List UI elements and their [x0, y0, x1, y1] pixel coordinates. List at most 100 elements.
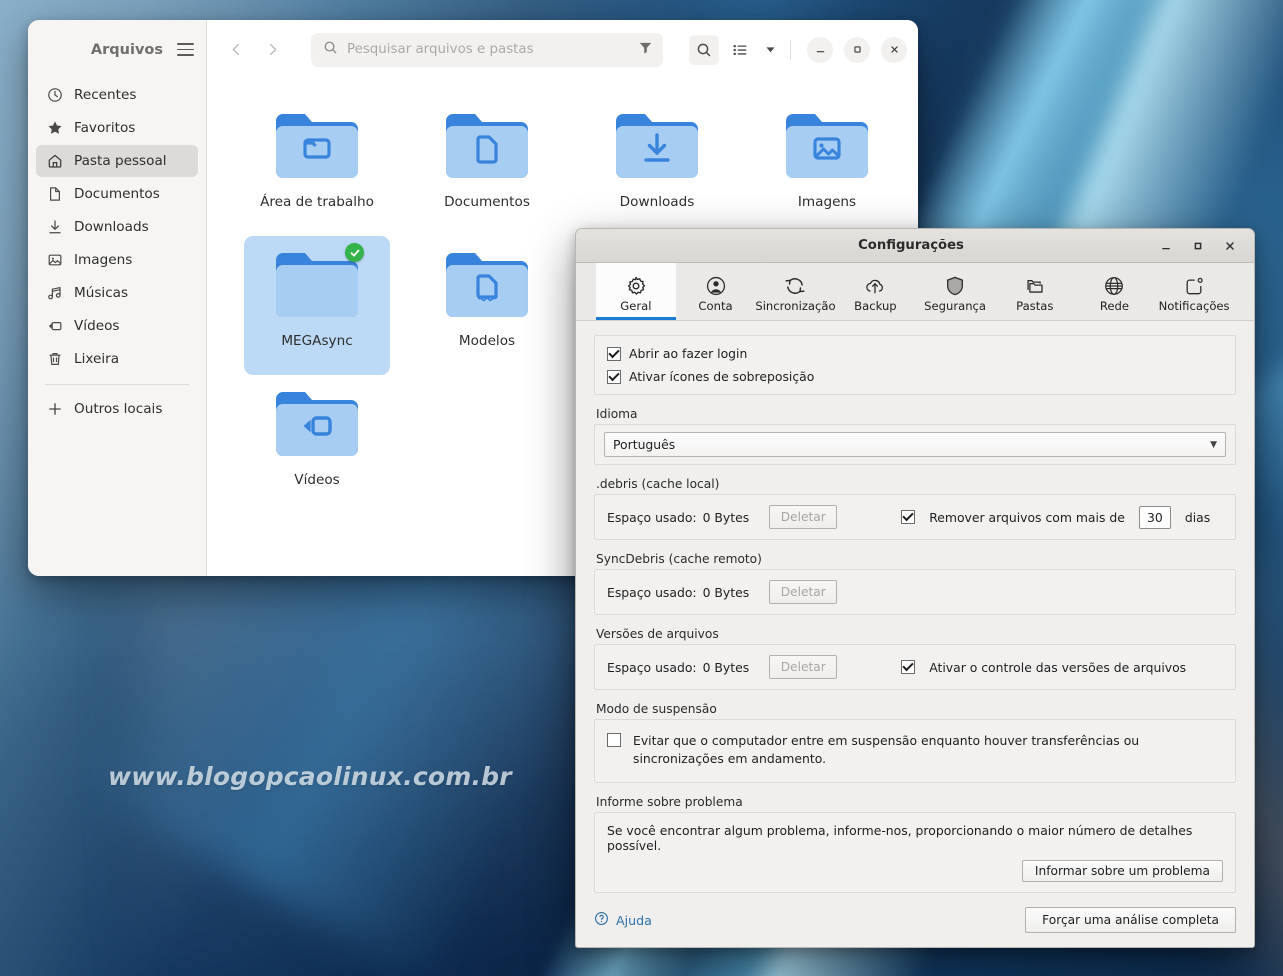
- tab-pastas[interactable]: Pastas: [995, 263, 1075, 320]
- tab-geral[interactable]: Geral: [596, 263, 676, 320]
- language-select[interactable]: Português ▼: [604, 432, 1226, 457]
- startup-checkbox-row[interactable]: Abrir ao fazer login: [607, 346, 1223, 361]
- back-button[interactable]: [221, 35, 251, 65]
- tab-backup[interactable]: Backup: [836, 263, 916, 320]
- chevron-down-icon[interactable]: [761, 35, 779, 65]
- folder-downloads-icon: [609, 102, 705, 188]
- sidebar-item-imagens[interactable]: Imagens: [36, 244, 198, 276]
- document-icon: [46, 186, 63, 203]
- versions-delete-button[interactable]: Deletar: [769, 655, 838, 679]
- help-link[interactable]: Ajuda: [594, 911, 652, 929]
- filter-icon[interactable]: [638, 40, 653, 59]
- file-item-modelos[interactable]: Modelos: [414, 236, 560, 375]
- debris-space-label: Espaço usado:: [607, 509, 697, 525]
- settings-tabs: Geral Conta Sincronização Backup Seguran…: [576, 263, 1254, 321]
- view-list-icon[interactable]: [725, 35, 755, 65]
- search-button[interactable]: [689, 34, 719, 65]
- overlay-checkbox-row[interactable]: Ativar ícones de sobreposição: [607, 369, 1223, 384]
- image-icon: [46, 252, 63, 269]
- plus-icon: [46, 401, 63, 418]
- debris-space-value: 0 Bytes: [702, 509, 750, 525]
- versions-enable-checkbox[interactable]: [901, 660, 916, 674]
- file-label: MEGAsync: [281, 333, 353, 349]
- tab-conta[interactable]: Conta: [676, 263, 756, 320]
- tab-seguranca[interactable]: Segurança: [915, 263, 995, 320]
- file-item-area-de-trabalho[interactable]: Área de trabalho: [244, 97, 390, 236]
- hamburger-icon[interactable]: [177, 43, 194, 56]
- minimize-button[interactable]: [807, 36, 833, 63]
- file-item-megasync[interactable]: MEGAsync: [244, 236, 390, 375]
- file-manager-sidebar: Arquivos Recentes Favoritos Pasta pessoa…: [28, 20, 207, 576]
- help-label: Ajuda: [616, 912, 652, 928]
- folders-icon: [1024, 273, 1046, 297]
- file-label: Documentos: [444, 194, 530, 210]
- debris-days-suffix: dias: [1184, 509, 1211, 525]
- file-item-documentos[interactable]: Documentos: [414, 97, 560, 236]
- tab-rede[interactable]: Rede: [1075, 263, 1155, 320]
- forward-button[interactable]: [257, 35, 287, 65]
- sidebar-item-downloads[interactable]: Downloads: [36, 211, 198, 243]
- tab-label: Segurança: [924, 299, 987, 313]
- sidebar-item-favoritos[interactable]: Favoritos: [36, 112, 198, 144]
- tab-notificacoes[interactable]: Notificações: [1154, 263, 1234, 320]
- syncdebris-delete-button[interactable]: Deletar: [769, 580, 838, 604]
- search-bar[interactable]: [311, 32, 663, 67]
- star-icon: [46, 120, 63, 137]
- gear-icon: [625, 273, 647, 297]
- report-text: Se você encontrar algum problema, inform…: [607, 822, 1193, 853]
- sidebar-item-musicas[interactable]: Músicas: [36, 277, 198, 309]
- report-problem-button[interactable]: Informar sobre um problema: [1021, 859, 1223, 882]
- debris-delete-button[interactable]: Deletar: [769, 505, 838, 529]
- sidebar-item-label: Recentes: [74, 87, 137, 103]
- syncdebris-space-value: 0 Bytes: [702, 584, 750, 600]
- question-circle-icon: [594, 911, 609, 929]
- file-label: Imagens: [797, 194, 857, 210]
- sidebar-item-pasta-pessoal[interactable]: Pasta pessoal: [36, 145, 198, 177]
- close-button[interactable]: [881, 36, 907, 63]
- suspend-checkbox-row[interactable]: Evitar que o computador entre em suspens…: [607, 732, 1223, 768]
- report-panel: Se você encontrar algum problema, inform…: [594, 811, 1236, 893]
- sync-icon: [784, 273, 806, 297]
- sidebar-item-label: Lixeira: [74, 351, 120, 367]
- folder-videos-icon: [269, 380, 365, 466]
- sidebar-other-section: Outros locais: [28, 393, 206, 425]
- debris-panel: Espaço usado: 0 Bytes Deletar Remover ar…: [594, 494, 1236, 540]
- startup-checkbox[interactable]: [607, 346, 621, 361]
- file-item-downloads[interactable]: Downloads: [584, 97, 730, 236]
- watermark-text: www.blogopcaolinux.com.br: [108, 762, 512, 791]
- versions-panel: Espaço usado: 0 Bytes Deletar Ativar o c…: [594, 644, 1236, 690]
- sidebar-item-recentes[interactable]: Recentes: [36, 79, 198, 111]
- versions-space-label: Espaço usado:: [607, 659, 697, 675]
- settings-title: Configurações: [858, 238, 964, 253]
- search-input[interactable]: [347, 42, 629, 57]
- sidebar-item-label: Vídeos: [74, 318, 120, 334]
- folder-icon: [269, 102, 365, 188]
- sidebar-list: Recentes Favoritos Pasta pessoal Documen…: [28, 79, 206, 375]
- report-group-label: Informe sobre problema: [596, 794, 743, 809]
- cloud-upload-icon: [864, 273, 886, 297]
- sidebar-item-label: Pasta pessoal: [74, 153, 167, 169]
- language-group-label: Idioma: [596, 407, 638, 421]
- suspend-checkbox[interactable]: [607, 733, 621, 747]
- close-button[interactable]: [1214, 233, 1246, 259]
- sidebar-item-videos[interactable]: Vídeos: [36, 310, 198, 342]
- overlay-checkbox[interactable]: [607, 369, 621, 384]
- chevron-down-icon: ▼: [1210, 439, 1217, 450]
- header-divider: [790, 39, 791, 60]
- music-icon: [46, 285, 63, 302]
- folder-documents-icon: [439, 102, 535, 188]
- sidebar-item-lixeira[interactable]: Lixeira: [36, 343, 198, 375]
- debris-remove-checkbox[interactable]: [901, 510, 916, 524]
- maximize-button[interactable]: [844, 36, 870, 63]
- sidebar-item-documentos[interactable]: Documentos: [36, 178, 198, 210]
- maximize-button[interactable]: [1182, 233, 1214, 259]
- sidebar-item-label: Músicas: [74, 285, 129, 301]
- minimize-button[interactable]: [1150, 233, 1182, 259]
- debris-days-input[interactable]: 30: [1138, 505, 1171, 529]
- file-item-videos[interactable]: Vídeos: [244, 375, 390, 514]
- sidebar-item-outros-locais[interactable]: Outros locais: [36, 393, 198, 425]
- tab-sincronizacao[interactable]: Sincronização: [755, 263, 836, 320]
- overlay-checkbox-label: Ativar ícones de sobreposição: [629, 369, 815, 384]
- file-item-imagens[interactable]: Imagens: [754, 97, 900, 236]
- force-full-scan-button[interactable]: Forçar uma análise completa: [1025, 907, 1236, 933]
